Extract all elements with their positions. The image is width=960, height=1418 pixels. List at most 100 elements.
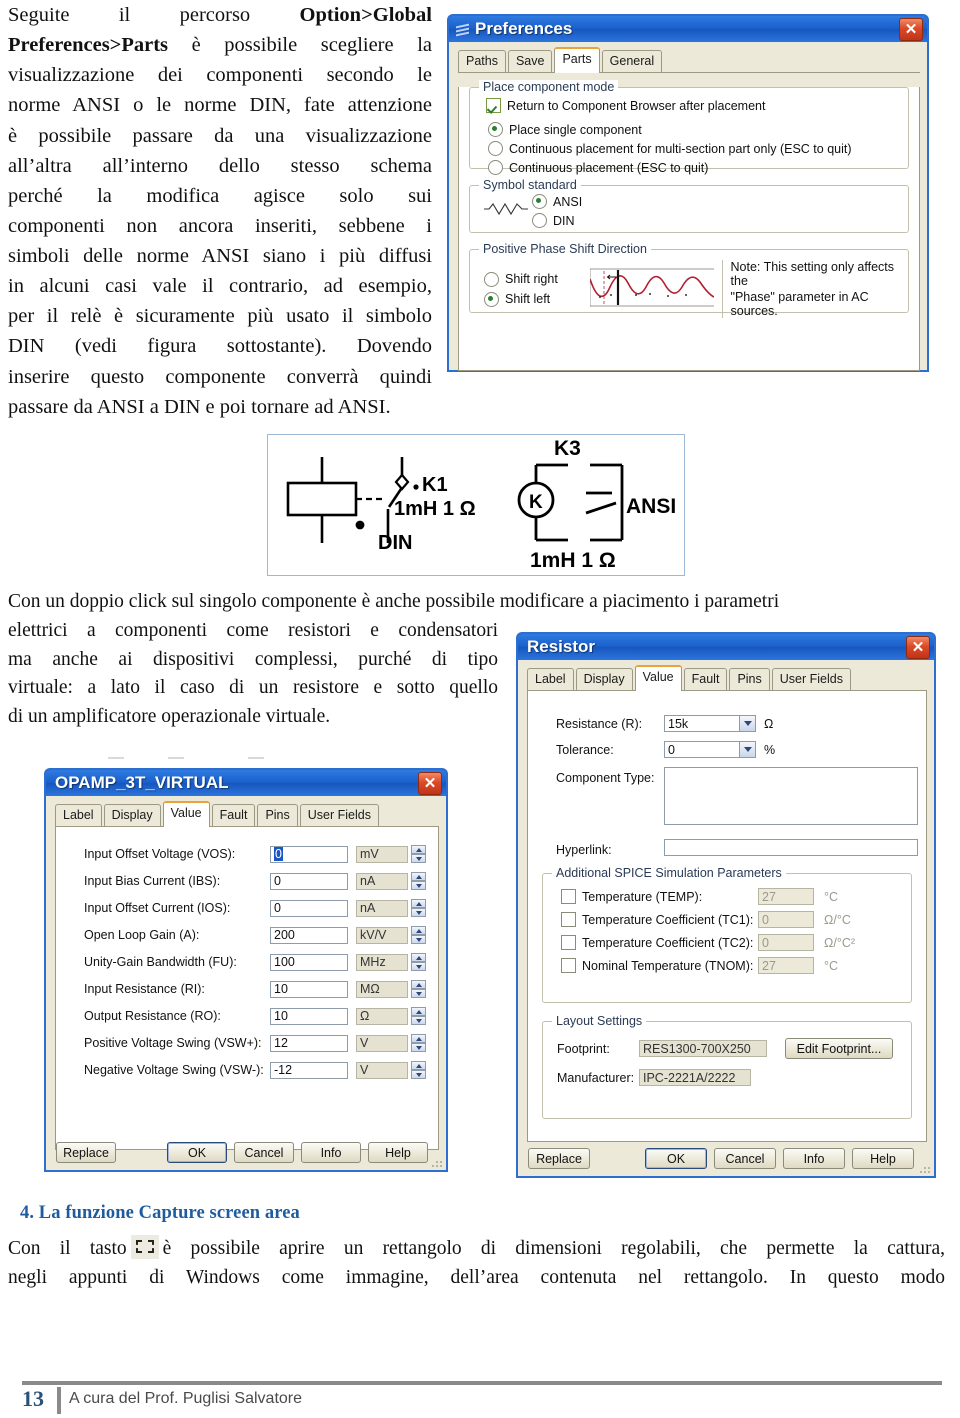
radio-continuous[interactable] [488,160,503,175]
ios-input[interactable]: 0 [270,899,348,917]
vswp-stepper[interactable] [411,1034,426,1052]
checkbox-temp[interactable] [561,889,576,904]
vswn-input[interactable]: -12 [270,1061,348,1079]
text-run: all’altra all’interno dello stesso schem… [8,154,432,177]
replace-button[interactable]: Replace [56,1142,116,1163]
field-label-resistance: Resistance (R): [556,716,643,731]
tnom-value: 27 [758,957,814,974]
paragraph-middle-full: Con un doppio click sul singolo componen… [8,588,945,617]
document-page: Seguite il percorso Option>Global Prefer… [0,0,960,1418]
vswp-input[interactable]: 12 [270,1034,348,1052]
radio-continuous-multisection[interactable] [488,141,503,156]
resize-grip[interactable] [920,1163,931,1174]
tab-pins[interactable]: Pins [257,804,298,826]
ibs-stepper[interactable] [411,872,426,890]
group-place-component-mode: Place component mode Return to Component… [469,80,909,175]
param-label: Input Resistance (RI): [84,982,205,996]
fu-input[interactable]: 100 [270,953,348,971]
component-type-input[interactable] [664,767,918,825]
tab-value[interactable]: Value [162,801,210,827]
preferences-tabstrip[interactable]: Paths Save Parts General [458,47,920,73]
text-run: elettrici a componenti come resistori e … [8,620,498,641]
opamp-titlebar[interactable]: OPAMP_3T_VIRTUAL ✕ [46,770,446,796]
tab-label[interactable]: Label [55,804,102,826]
resistance-combobox[interactable]: 15k [664,715,756,732]
tab-display[interactable]: Display [575,668,633,690]
tab-general[interactable]: General [601,50,663,72]
opamp-tabpanel: Input Offset Voltage (VOS): 0 mV Input B… [55,827,439,1150]
preferences-titlebar[interactable]: Preferences ✕ [449,16,927,42]
radio-din[interactable] [532,213,547,228]
spice-unit: °C [824,958,839,973]
field-label-tolerance: Tolerance: [556,742,614,757]
vos-input[interactable]: 0 [270,845,348,863]
tab-label[interactable]: Label [527,668,574,690]
help-button[interactable]: Help [368,1142,428,1163]
ro-stepper[interactable] [411,1007,426,1025]
checkbox-tc2[interactable] [561,935,576,950]
help-button[interactable]: Help [852,1148,914,1169]
opamp-tabstrip[interactable]: Label Display Value Fault Pins User Fiel… [55,801,439,827]
hyperlink-input[interactable] [664,839,918,856]
checkbox-return-to-browser[interactable] [486,98,501,113]
info-button[interactable]: Info [301,1142,361,1163]
gain-stepper[interactable] [411,926,426,944]
ok-button[interactable]: OK [167,1142,227,1163]
cancel-button[interactable]: Cancel [714,1148,776,1169]
vswn-unit: V [356,1061,408,1079]
radio-place-single[interactable] [488,122,503,137]
chevron-down-icon[interactable] [739,741,756,758]
tab-paths[interactable]: Paths [458,50,506,72]
ri-stepper[interactable] [411,980,426,998]
gain-input[interactable]: 200 [270,926,348,944]
checkbox-tnom[interactable] [561,958,576,973]
ok-button[interactable]: OK [645,1148,707,1169]
cancel-button[interactable]: Cancel [234,1142,294,1163]
tab-display[interactable]: Display [103,804,161,826]
param-label: Input Offset Voltage (VOS): [84,847,236,861]
radio-label: DIN [553,213,575,228]
opamp-dialog[interactable]: OPAMP_3T_VIRTUAL ✕ Label Display Value F… [44,768,448,1172]
close-icon[interactable]: ✕ [906,636,930,659]
radio-ansi[interactable] [532,194,547,209]
info-button[interactable]: Info [783,1148,845,1169]
footer-rule [22,1381,942,1385]
tc2-value: 0 [758,934,814,951]
spice-unit: °C [824,889,839,904]
preferences-tabpanel: Place component mode Return to Component… [458,80,920,371]
resistor-titlebar[interactable]: Resistor ✕ [518,634,934,660]
vos-stepper[interactable] [411,845,426,863]
gain-unit: kV/V [356,926,408,944]
radio-shift-right[interactable] [484,271,499,287]
tolerance-combobox[interactable]: 0 [664,741,756,758]
ri-input[interactable]: 10 [270,980,348,998]
tab-fault[interactable]: Fault [683,668,728,690]
tab-user-fields[interactable]: User Fields [771,668,851,690]
resistance-value[interactable]: 15k [664,715,740,732]
resistor-tabstrip[interactable]: Label Display Value Fault Pins User Fiel… [527,665,927,691]
vswn-stepper[interactable] [411,1061,426,1079]
checkbox-tc1[interactable] [561,912,576,927]
tolerance-value[interactable]: 0 [664,741,740,758]
close-icon[interactable]: ✕ [418,772,442,795]
tab-value[interactable]: Value [634,665,682,691]
resistor-dialog[interactable]: Resistor ✕ Label Display Value Fault Pin… [516,632,936,1178]
ro-input[interactable]: 10 [270,1007,348,1025]
fu-stepper[interactable] [411,953,426,971]
close-icon[interactable]: ✕ [899,18,923,41]
tab-save[interactable]: Save [507,50,553,72]
background-artifact [248,757,264,759]
chevron-down-icon[interactable] [739,715,756,732]
radio-shift-left[interactable] [484,291,499,307]
ibs-input[interactable]: 0 [270,872,348,890]
tab-user-fields[interactable]: User Fields [299,804,379,826]
replace-button[interactable]: Replace [528,1148,590,1169]
resize-grip[interactable] [432,1157,443,1168]
tab-fault[interactable]: Fault [211,804,256,826]
edit-footprint-button[interactable]: Edit Footprint... [785,1038,893,1059]
ios-stepper[interactable] [411,899,426,917]
resistor-title: Resistor [527,637,596,656]
tab-pins[interactable]: Pins [729,668,770,690]
preferences-dialog[interactable]: Preferences ✕ Paths Save Parts General P… [447,14,929,372]
tab-parts[interactable]: Parts [554,47,600,73]
